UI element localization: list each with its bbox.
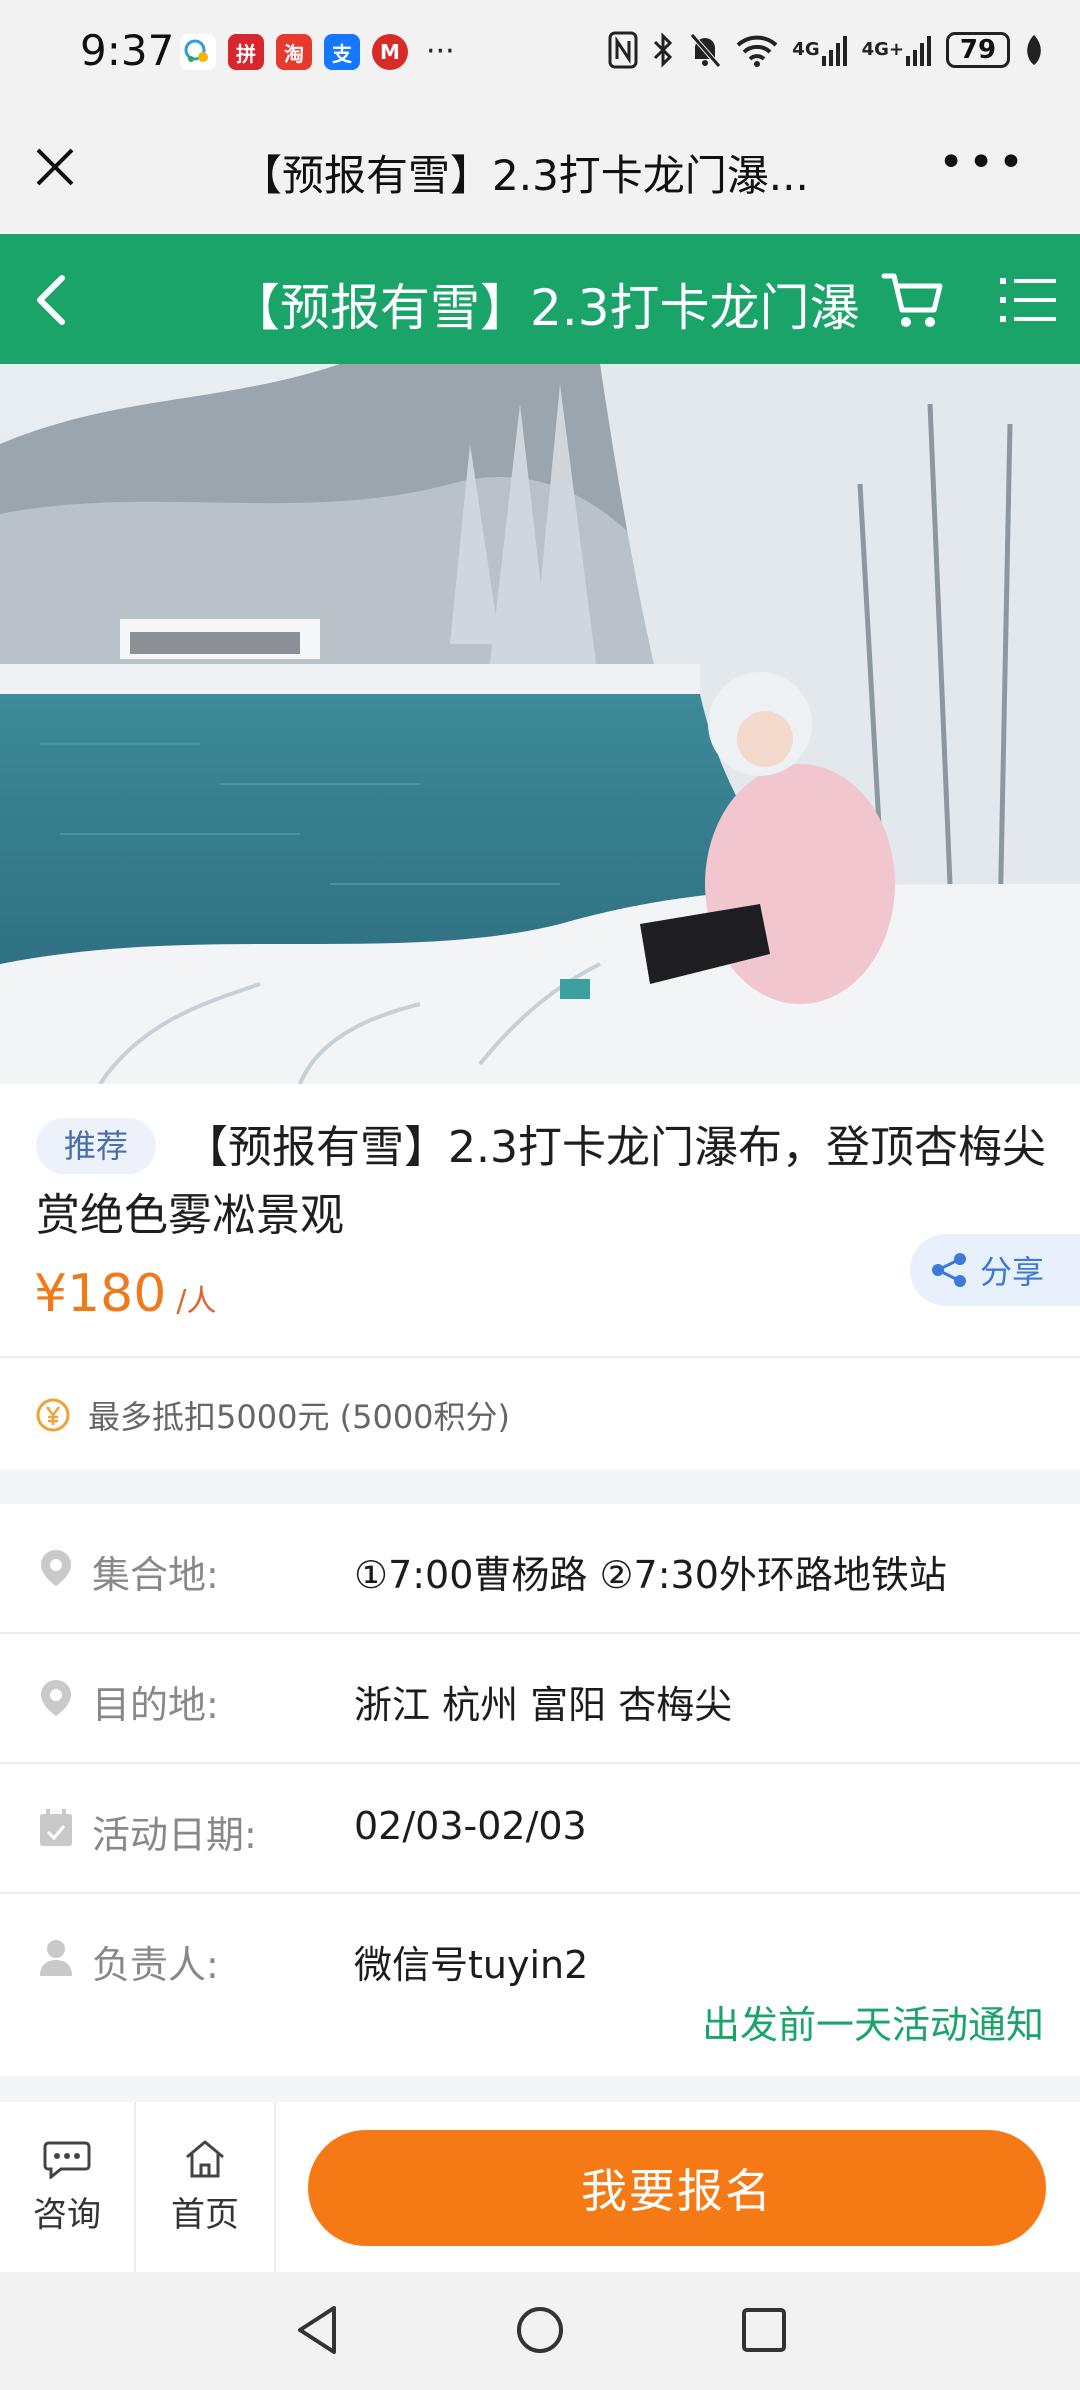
activity-notice-link[interactable]: 出发前一天活动通知 — [702, 1994, 1044, 2049]
signup-button[interactable]: 我要报名 — [308, 2130, 1046, 2246]
wifi-icon — [736, 28, 778, 72]
back-arrow-icon[interactable] — [28, 270, 78, 330]
news-app-icon: 拼 — [228, 34, 264, 70]
shopping-app-icon: 淘 — [276, 34, 312, 70]
home-button[interactable]: 首页 — [136, 2102, 276, 2272]
mini-program-header: 【预报有雪】2.3打卡龙门瀑... ••• — [0, 104, 1080, 234]
home-icon — [186, 2140, 224, 2177]
info-row-activity-date: 活动日期: 02/03-02/03 — [0, 1764, 1080, 1894]
bluetooth-icon — [652, 28, 674, 72]
page-title: 【预报有雪】2.3打卡龙门瀑 — [230, 279, 860, 337]
info-row-meeting-point: 集合地: ①7:00曹杨路 ②7:30外环路地铁站 — [0, 1504, 1080, 1634]
recommend-badge: 推荐 — [36, 1118, 157, 1174]
product-title: 【预报有雪】2.3打卡龙门瀑布，登顶杏梅尖赏绝色雾凇景观 — [36, 1122, 1046, 1241]
status-notification-icons: 拼 淘 支 M ··· — [180, 34, 455, 70]
info-value: ①7:00曹杨路 ②7:30外环路地铁站 — [354, 1553, 947, 1597]
alipay-icon: 支 — [324, 34, 360, 70]
price-value: ¥180 — [34, 1264, 167, 1324]
info-row-organizer: 负责人: 微信号tuyin2 出发前一天活动通知 — [0, 1894, 1080, 2068]
status-time: 9:37 — [80, 26, 175, 75]
info-label: 活动日期: — [92, 1813, 257, 1857]
points-deduction-row: 最多抵扣5000元 (5000积分) — [0, 1356, 1080, 1470]
nfc-icon — [608, 28, 638, 72]
battery-indicator: 79 — [946, 32, 1010, 68]
consult-label: 咨询 — [33, 2194, 101, 2235]
signal-4g-plus-icon: 4G+ — [862, 28, 932, 72]
system-navigation-bar — [0, 2272, 1080, 2390]
power-saving-leaf-icon — [1024, 28, 1044, 72]
info-value: 浙江 杭州 富阳 杏梅尖 — [354, 1683, 733, 1727]
info-value: 02/03-02/03 — [354, 1804, 587, 1848]
location-pin-icon — [38, 1548, 74, 1588]
info-label: 集合地: — [92, 1553, 219, 1597]
location-pin-icon — [38, 1678, 74, 1718]
shopping-cart-icon[interactable] — [880, 268, 946, 332]
more-notifications-icon: ··· — [426, 34, 455, 69]
coin-yen-icon — [36, 1398, 70, 1432]
metro-app-icon: M — [372, 34, 408, 70]
section-divider — [0, 1470, 1080, 1504]
info-value: 微信号tuyin2 — [354, 1943, 589, 1987]
more-options-icon[interactable]: ••• — [938, 141, 1028, 185]
share-button[interactable]: 分享 — [910, 1234, 1080, 1306]
info-row-destination: 目的地: 浙江 杭州 富阳 杏梅尖 — [0, 1634, 1080, 1764]
product-summary: 推荐 【预报有雪】2.3打卡龙门瀑布，登顶杏梅尖赏绝色雾凇景观 ¥180/人 分享 — [0, 1084, 1080, 1356]
info-label: 目的地: — [92, 1683, 219, 1727]
share-icon — [932, 1253, 966, 1287]
system-home-icon[interactable] — [512, 2302, 568, 2358]
consult-button[interactable]: 咨询 — [0, 2102, 136, 2272]
calendar-icon — [38, 1808, 74, 1848]
points-deduction-text: 最多抵扣5000元 (5000积分) — [88, 1398, 511, 1436]
mute-bell-icon — [688, 28, 722, 72]
menu-list-icon[interactable] — [998, 274, 1058, 326]
price-block: ¥180/人 — [34, 1264, 216, 1324]
hero-photo-snowy-lake — [0, 364, 1080, 1084]
activity-info-list: 集合地: ①7:00曹杨路 ②7:30外环路地铁站 目的地: 浙江 杭州 富阳 … — [0, 1504, 1080, 2068]
chat-bubble-icon — [43, 2141, 91, 2179]
product-title-block: 推荐 【预报有雪】2.3打卡龙门瀑布，登顶杏梅尖赏绝色雾凇景观 — [36, 1114, 1046, 1250]
system-back-icon[interactable] — [290, 2302, 346, 2358]
wechat-work-icon — [180, 34, 216, 70]
mini-program-title: 【预报有雪】2.3打卡龙门瀑... — [240, 151, 809, 200]
price-unit: /人 — [176, 1284, 217, 1319]
person-icon — [38, 1938, 74, 1978]
system-recents-icon[interactable] — [736, 2302, 792, 2358]
signal-4g-icon: 4G — [792, 28, 847, 72]
section-divider — [0, 2076, 1080, 2102]
bottom-action-bar: 咨询 首页 我要报名 — [0, 2102, 1080, 2272]
info-label: 负责人: — [92, 1943, 219, 1987]
status-bar: 9:37 拼 淘 支 M ··· 4G 4G+ 79 — [0, 0, 1080, 104]
home-label: 首页 — [171, 2194, 239, 2235]
status-system-icons: 4G 4G+ 79 — [608, 28, 1044, 72]
close-icon[interactable] — [30, 142, 80, 192]
share-label: 分享 — [980, 1253, 1045, 1291]
page-nav-bar: 【预报有雪】2.3打卡龙门瀑 — [0, 234, 1080, 364]
